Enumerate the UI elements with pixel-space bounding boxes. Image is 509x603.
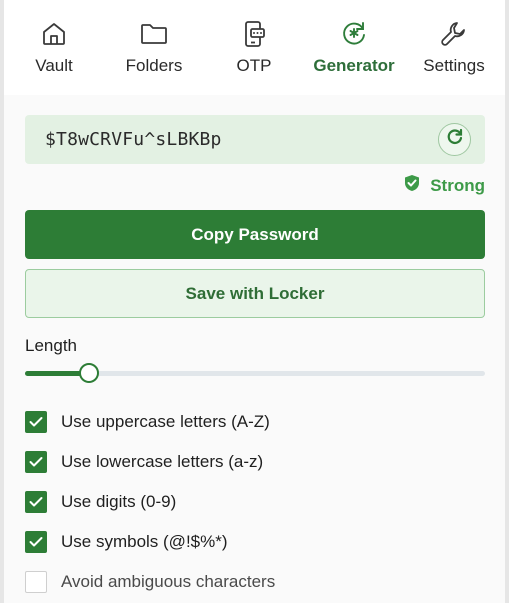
symbols-checkbox[interactable] <box>25 531 47 553</box>
option-lowercase[interactable]: Use lowercase letters (a-z) <box>25 450 263 474</box>
nav-generator-label: Generator <box>313 56 395 75</box>
nav-vault-label: Vault <box>35 56 73 75</box>
avoid-ambiguous-checkbox[interactable] <box>25 571 47 593</box>
lowercase-label: Use lowercase letters (a-z) <box>61 452 264 471</box>
strength-indicator: Strong <box>404 174 485 197</box>
nav-otp[interactable]: OTP <box>204 0 304 95</box>
option-avoid-ambiguous[interactable]: Avoid ambiguous characters <box>25 570 275 594</box>
wrench-icon <box>440 20 468 48</box>
refresh-icon <box>446 128 464 151</box>
shield-check-icon <box>404 174 420 197</box>
top-navigation: Vault Folders OTP Generator Settings <box>4 0 505 95</box>
nav-settings[interactable]: Settings <box>404 0 504 95</box>
avoid-ambiguous-label: Avoid ambiguous characters <box>61 572 276 591</box>
strength-label: Strong <box>430 175 485 195</box>
generated-password[interactable]: $T8wCRVFu^sLBKBp <box>45 129 222 150</box>
slider-thumb[interactable] <box>79 363 100 383</box>
folder-icon <box>140 20 168 48</box>
copy-password-button[interactable]: Copy Password <box>25 210 485 259</box>
digits-checkbox[interactable] <box>25 491 47 513</box>
nav-folders[interactable]: Folders <box>104 0 204 95</box>
generator-refresh-icon <box>340 20 368 48</box>
uppercase-checkbox[interactable] <box>25 411 47 433</box>
option-uppercase[interactable]: Use uppercase letters (A-Z) <box>25 410 270 434</box>
uppercase-label: Use uppercase letters (A-Z) <box>61 412 270 431</box>
digits-label: Use digits (0-9) <box>61 492 177 511</box>
nav-generator[interactable]: Generator <box>304 0 404 95</box>
option-digits[interactable]: Use digits (0-9) <box>25 490 176 514</box>
length-label: Length <box>25 336 77 355</box>
generator-panel: $T8wCRVFu^sLBKBp Strong Copy Password Sa… <box>4 95 505 603</box>
phone-otp-icon <box>240 20 268 48</box>
nav-otp-label: OTP <box>236 56 272 75</box>
lowercase-checkbox[interactable] <box>25 451 47 473</box>
symbols-label: Use symbols (@!$%*) <box>61 532 228 551</box>
home-icon <box>40 20 68 48</box>
nav-vault[interactable]: Vault <box>4 0 104 95</box>
nav-settings-label: Settings <box>423 56 485 75</box>
generated-password-field[interactable]: $T8wCRVFu^sLBKBp <box>25 115 485 164</box>
regenerate-button[interactable] <box>438 123 471 156</box>
option-symbols[interactable]: Use symbols (@!$%*) <box>25 530 228 554</box>
save-with-locker-button[interactable]: Save with Locker <box>25 269 485 318</box>
nav-folders-label: Folders <box>125 56 183 75</box>
length-slider[interactable] <box>25 363 485 383</box>
